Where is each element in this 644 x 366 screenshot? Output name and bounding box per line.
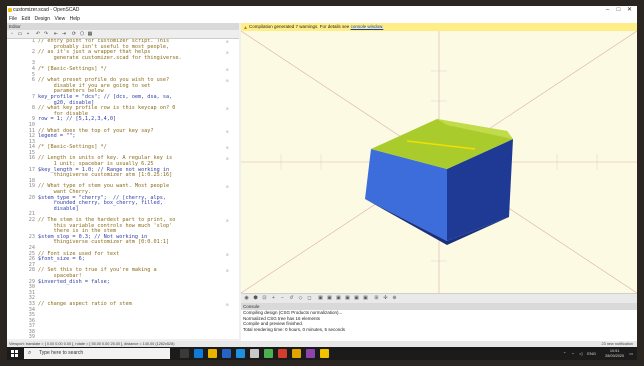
console-header: Console — [241, 303, 637, 310]
close-button[interactable]: ✕ — [624, 6, 635, 15]
show-edges-icon[interactable]: ⊞ — [373, 295, 380, 302]
view-left-icon[interactable]: ▣ — [335, 295, 342, 302]
zoom-in-icon[interactable]: + — [270, 295, 277, 302]
window-controls: – □ ✕ — [602, 6, 635, 15]
show-crosshairs-icon[interactable]: ⊕ — [391, 295, 398, 302]
keycap-model — [365, 119, 513, 245]
editor-toolbar: ▫ ▭ ▪ ↶ ↷ ⇤ ⇥ ⟳ ⬡ ▦ — [7, 30, 239, 39]
window-title: customizer.scad - OpenSCAD — [13, 7, 80, 13]
view-right-icon[interactable]: ▣ — [344, 295, 351, 302]
chevron-up-icon[interactable]: ⌃ — [563, 351, 566, 356]
openscad-app-icon — [8, 8, 12, 12]
app-icon[interactable] — [292, 349, 301, 358]
volume-icon[interactable]: ◁ — [579, 351, 582, 356]
menu-help[interactable]: Help — [70, 16, 80, 22]
orthogonal-icon[interactable]: ◻ — [306, 295, 313, 302]
store-icon[interactable] — [222, 349, 231, 358]
app-icon[interactable] — [250, 349, 259, 358]
editor-header: Editor — [7, 23, 239, 30]
redo-icon[interactable]: ↷ — [43, 31, 49, 37]
view-all-icon[interactable]: ⊡ — [261, 295, 268, 302]
new-file-icon[interactable]: ▫ — [9, 31, 15, 37]
warning-icon: ▲ — [243, 25, 248, 31]
clock-time: 10:51 — [609, 348, 620, 353]
clock[interactable]: 10:51 28/09/2020 — [601, 349, 624, 359]
app-icon[interactable] — [264, 349, 273, 358]
title-bar: customizer.scad - OpenSCAD – □ ✕ — [7, 6, 637, 15]
render-icon[interactable]: ⬡ — [79, 31, 85, 37]
save-file-icon[interactable]: ▪ — [25, 31, 31, 37]
render-button-icon[interactable]: ⬢ — [252, 295, 259, 302]
view-bottom-icon[interactable]: ▣ — [326, 295, 333, 302]
mail-icon[interactable] — [236, 349, 245, 358]
language-indicator[interactable]: ENG — [587, 351, 596, 356]
menu-view[interactable]: View — [54, 16, 65, 22]
console-panel: Compiling design (CSG Products normaliza… — [241, 310, 637, 341]
edge-browser-icon[interactable] — [194, 349, 203, 358]
preview-icon[interactable]: ⟳ — [71, 31, 77, 37]
minimize-button[interactable]: – — [602, 6, 613, 15]
viewer-toolbar: ◉ ⬢ ⊡ + − ↺ ◇ ◻ ▣ ▣ ▣ ▣ ▣ ▣ ⊞ ✣ ⊕ — [241, 293, 637, 303]
notifications-icon[interactable]: ▭ — [629, 351, 633, 356]
taskbar-search-box[interactable]: ⌕ Type here to search — [24, 348, 170, 359]
search-placeholder: Type here to search — [39, 350, 84, 356]
system-tray: ⌃ ◔ ◁ ENG 10:51 28/09/2020 ▭ — [559, 347, 633, 360]
3d-scene — [241, 31, 637, 293]
unindent-icon[interactable]: ⇤ — [53, 31, 59, 37]
view-top-icon[interactable]: ▣ — [317, 295, 324, 302]
task-view-icon[interactable] — [180, 349, 189, 358]
3d-viewport[interactable] — [241, 31, 637, 293]
windows-taskbar: ⌕ Type here to search ⌃ ◔ ◁ ENG 10:51 28/… — [7, 347, 637, 360]
reset-view-icon[interactable]: ↺ — [288, 295, 295, 302]
indent-icon[interactable]: ⇥ — [61, 31, 67, 37]
code-editor[interactable]: 1// entry point for customizer script. T… — [7, 39, 239, 339]
app-icon[interactable] — [306, 349, 315, 358]
maximize-button[interactable]: □ — [613, 6, 624, 15]
search-icon: ⌕ — [28, 350, 32, 356]
menu-edit[interactable]: Edit — [21, 16, 30, 22]
perspective-icon[interactable]: ◇ — [297, 295, 304, 302]
console-line: Total rendering time: 0 hours, 0 minutes… — [243, 326, 346, 332]
line-number: 39 — [28, 334, 35, 339]
clock-date: 28/09/2020 — [605, 353, 625, 358]
warning-text: Compilation generated 7 warnings. For de… — [249, 24, 351, 29]
code-line[interactable]: 39 — [7, 335, 239, 339]
windows-start-icon[interactable] — [11, 350, 18, 357]
view-back-icon[interactable]: ▣ — [362, 295, 369, 302]
app-icon[interactable] — [278, 349, 287, 358]
network-icon[interactable]: ◔ — [572, 351, 574, 356]
show-axes-icon[interactable]: ✣ — [382, 295, 389, 302]
preview-button-icon[interactable]: ◉ — [243, 295, 250, 302]
menu-design[interactable]: Design — [34, 16, 50, 22]
undo-icon[interactable]: ↶ — [35, 31, 41, 37]
menu-bar: File Edit Design View Help — [7, 15, 637, 23]
desktop-screen: customizer.scad - OpenSCAD – □ ✕ File Edit… — [7, 6, 637, 360]
view-front-icon[interactable]: ▣ — [353, 295, 360, 302]
file-explorer-icon[interactable] — [208, 349, 217, 358]
warning-banner: ▲ Compilation generated 7 warnings. For d… — [241, 23, 637, 31]
openscad-taskbar-icon[interactable] — [320, 349, 329, 358]
open-file-icon[interactable]: ▭ — [17, 31, 23, 37]
menu-file[interactable]: File — [9, 16, 17, 22]
console-window-link[interactable]: console window. — [351, 24, 384, 29]
export-stl-icon[interactable]: ▦ — [87, 31, 93, 37]
zoom-out-icon[interactable]: − — [279, 295, 286, 302]
